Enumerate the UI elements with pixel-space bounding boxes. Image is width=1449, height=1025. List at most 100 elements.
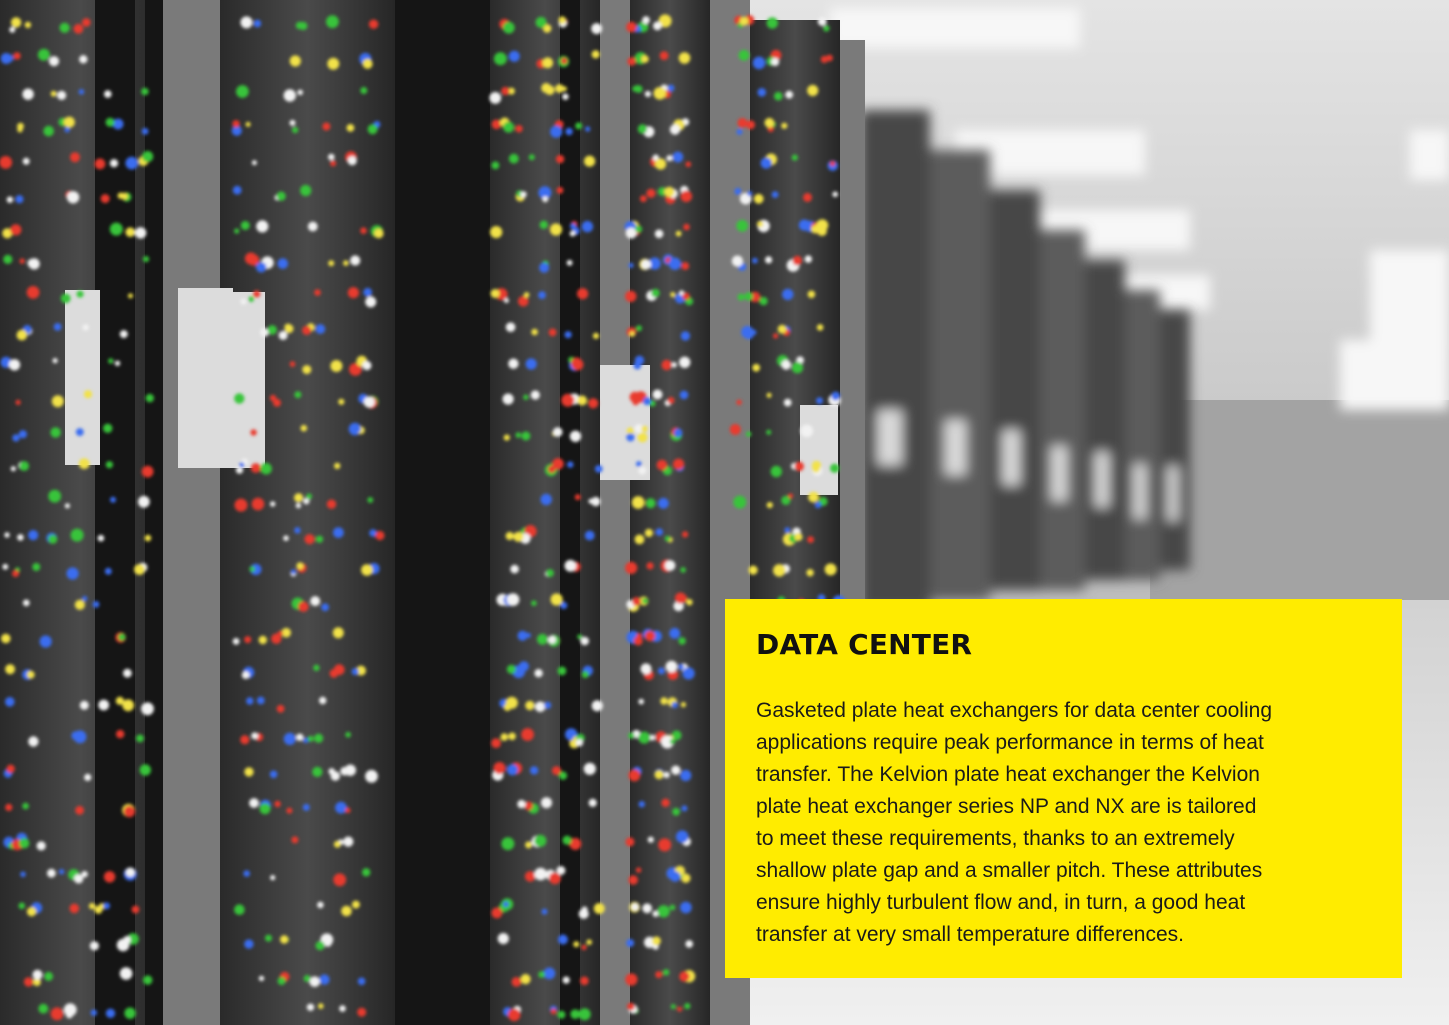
status-led: [363, 287, 373, 297]
status-led: [570, 1009, 580, 1019]
status-led: [640, 663, 652, 675]
status-led: [26, 907, 37, 917]
status-led: [26, 286, 40, 299]
status-led: [766, 17, 778, 29]
status-led: [681, 805, 688, 812]
status-led: [625, 290, 637, 302]
status-led: [73, 23, 84, 34]
status-led: [580, 976, 589, 986]
status-led: [277, 977, 286, 985]
status-led: [333, 873, 347, 887]
status-led: [544, 701, 552, 709]
status-led: [503, 121, 515, 133]
status-led: [627, 1002, 635, 1011]
status-led: [664, 560, 676, 571]
status-led: [265, 934, 272, 942]
status-led: [48, 56, 60, 67]
rack-handle: [1095, 452, 1109, 507]
rack-handle: [1133, 464, 1146, 519]
status-led: [671, 701, 678, 709]
status-led: [23, 977, 34, 987]
status-led: [529, 766, 539, 775]
status-led: [249, 566, 256, 572]
status-led: [296, 733, 304, 741]
status-led: [555, 154, 565, 164]
status-led: [626, 21, 637, 33]
status-led: [75, 805, 84, 815]
status-led: [534, 701, 546, 713]
status-led: [628, 875, 638, 885]
status-led: [586, 939, 592, 945]
status-led: [124, 1007, 136, 1019]
status-led: [57, 90, 67, 100]
status-led: [675, 830, 689, 843]
status-led: [673, 458, 685, 470]
status-led: [748, 565, 758, 575]
status-led: [628, 732, 635, 739]
status-led: [302, 803, 310, 811]
status-led: [82, 18, 91, 27]
status-led: [501, 837, 515, 851]
status-led: [629, 331, 635, 337]
status-led: [525, 700, 535, 711]
status-led: [270, 501, 276, 507]
card-body-line: to meet these requirements, thanks to an…: [756, 827, 1235, 850]
status-led: [356, 426, 362, 433]
status-led: [628, 769, 641, 782]
card-body-line: applications require peak performance in…: [756, 731, 1264, 754]
status-led: [502, 21, 515, 34]
status-led: [332, 627, 344, 639]
status-led: [647, 836, 654, 843]
status-led: [291, 126, 299, 134]
status-led: [328, 153, 335, 161]
status-led: [139, 764, 151, 776]
status-led: [581, 906, 588, 913]
status-led: [112, 118, 124, 130]
status-led: [510, 564, 519, 574]
status-led: [550, 1008, 557, 1015]
status-led: [24, 21, 32, 29]
status-led: [19, 461, 29, 471]
status-led: [294, 493, 304, 503]
status-led: [100, 194, 110, 204]
status-led: [645, 498, 656, 509]
status-led: [300, 424, 308, 432]
status-led: [678, 594, 688, 604]
status-led: [497, 933, 509, 945]
status-led: [345, 731, 351, 738]
status-led: [662, 969, 670, 976]
status-led: [50, 90, 57, 97]
status-led: [20, 871, 26, 878]
status-led: [808, 491, 819, 503]
status-led: [118, 633, 126, 641]
status-led: [752, 363, 761, 372]
status-led: [365, 296, 377, 308]
status-led: [667, 397, 675, 404]
rack-handle: [800, 405, 838, 495]
status-led: [806, 569, 814, 577]
status-led: [566, 259, 573, 266]
status-led: [315, 535, 324, 543]
status-led: [678, 52, 691, 64]
status-led: [771, 57, 780, 67]
status-led: [631, 903, 639, 911]
status-led: [823, 25, 830, 32]
status-led: [134, 564, 145, 575]
status-led: [103, 871, 116, 883]
status-led: [493, 52, 507, 66]
status-led: [577, 288, 589, 300]
status-led: [315, 324, 326, 334]
status-led: [327, 57, 340, 70]
status-led: [52, 358, 58, 364]
status-led: [240, 298, 247, 305]
status-led: [638, 801, 645, 808]
server-rack: [1125, 290, 1160, 580]
status-led: [731, 255, 744, 267]
status-led: [120, 192, 128, 200]
status-led: [291, 836, 299, 844]
status-led: [361, 564, 373, 576]
status-led: [123, 668, 132, 678]
card-title: DATA CENTER: [756, 628, 973, 661]
status-led: [685, 940, 693, 948]
status-led: [558, 16, 566, 25]
